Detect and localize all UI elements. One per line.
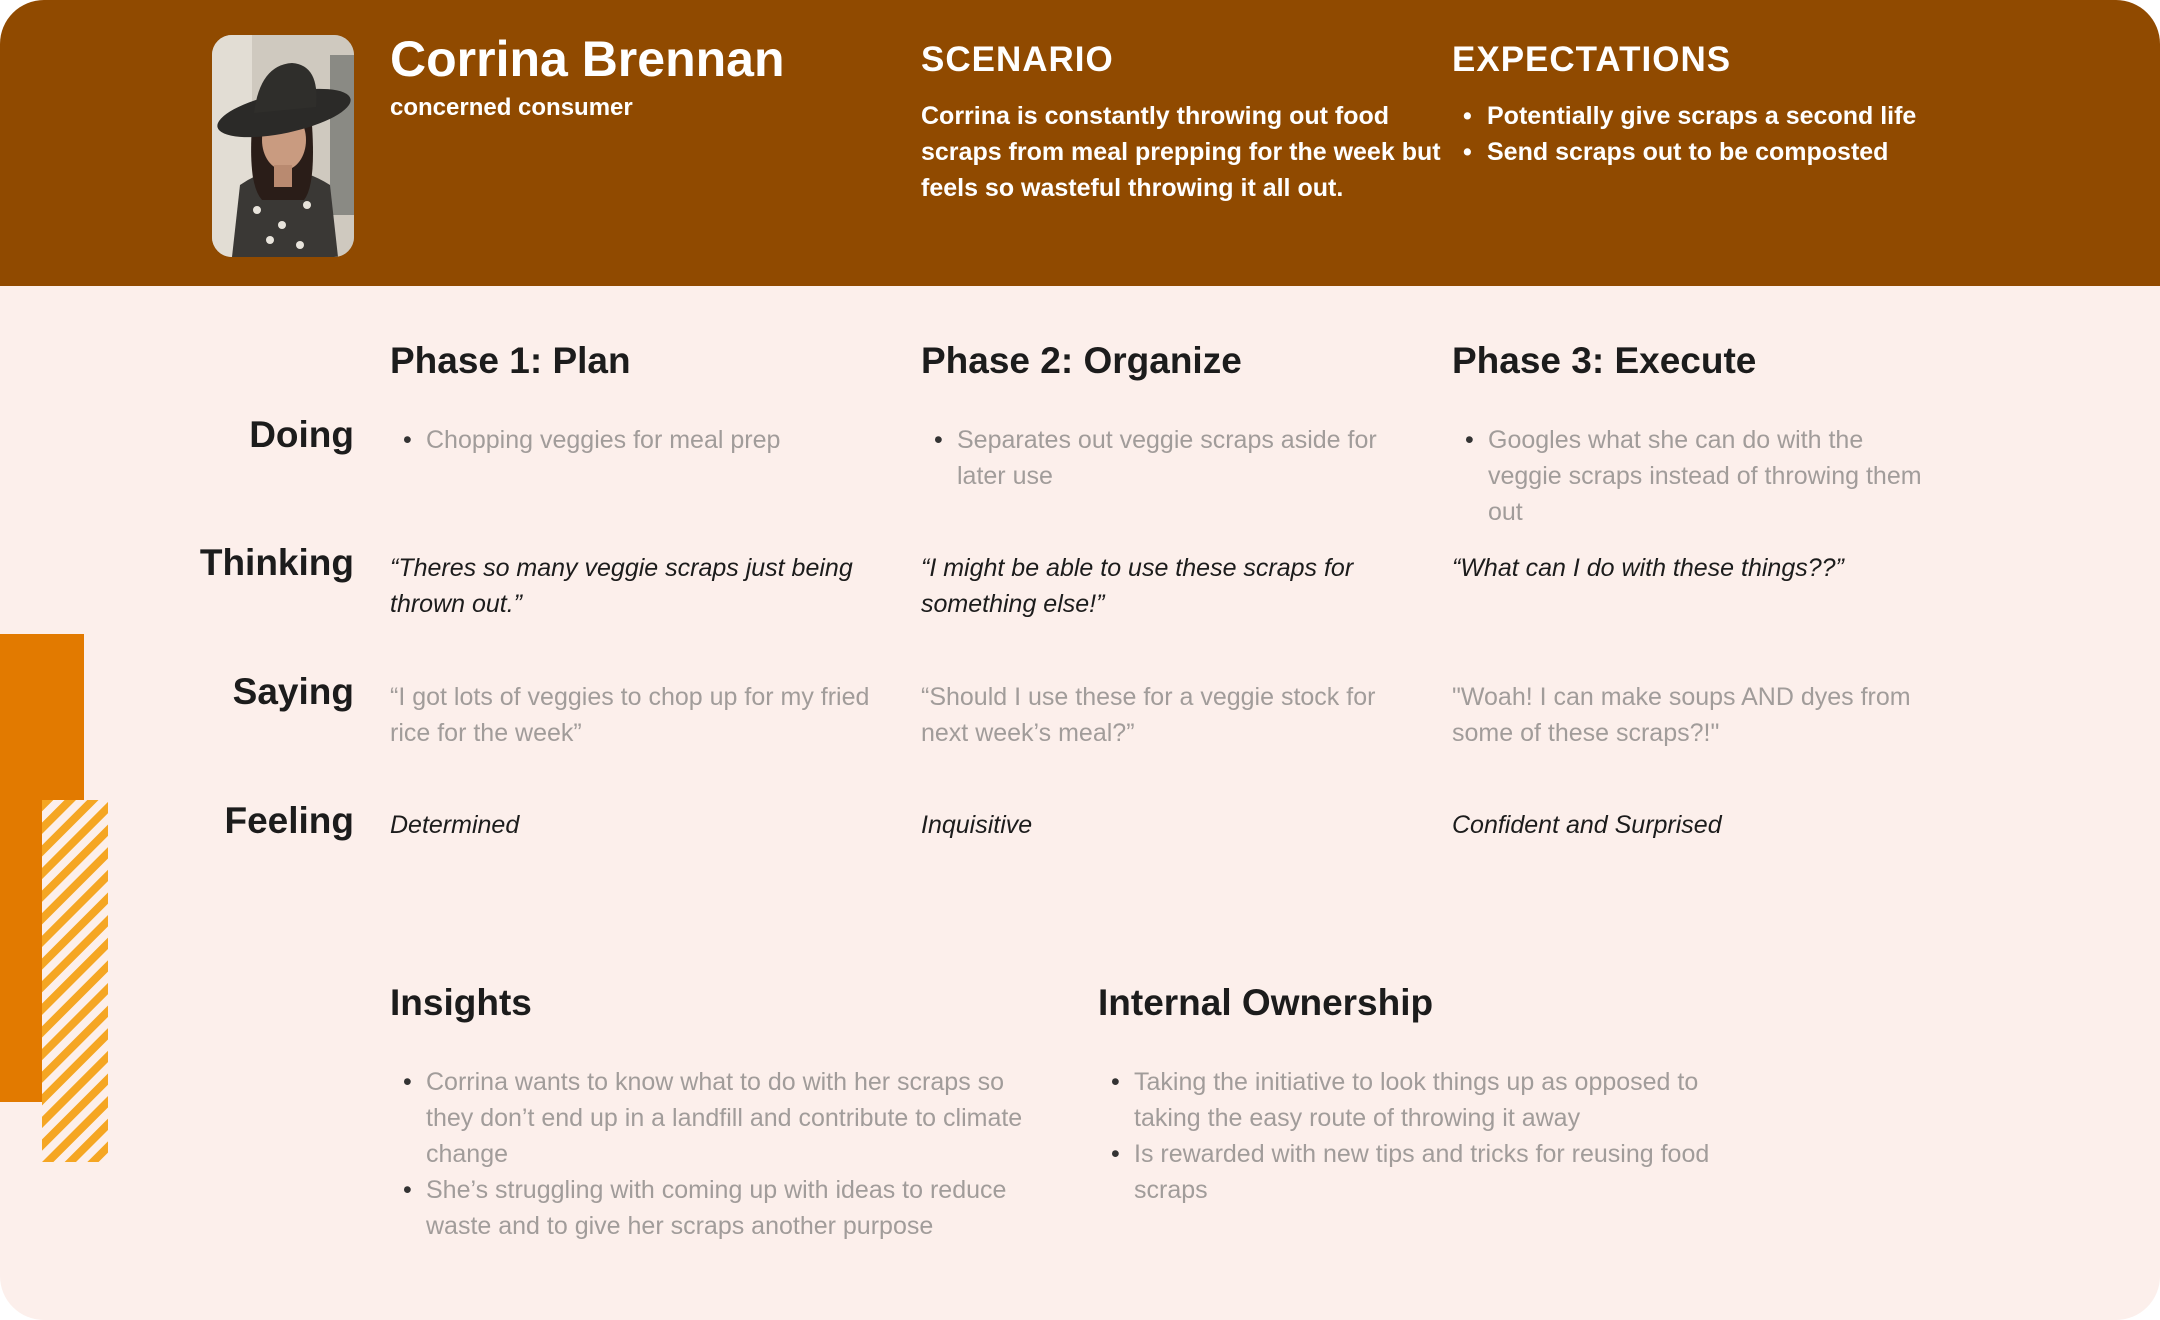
persona-role: concerned consumer (390, 94, 633, 121)
saying-cell-phase-1: “I got lots of veggies to chop up for my… (390, 683, 870, 747)
feeling-cell-phase-3: Confident and Surprised (1452, 811, 1722, 839)
doing-cell-phase-1: Chopping veggies for meal prep (390, 422, 890, 458)
row-label-feeling: Feeling (224, 800, 354, 841)
insights-title: Insights (390, 982, 532, 1023)
phase-3-title: Phase 3: Execute (1452, 340, 1757, 381)
scenario-text: Corrina is constantly throwing out food … (921, 102, 1441, 202)
doing-item: Googles what she can do with the veggie … (1452, 422, 1922, 530)
saying-cell-phase-2: “Should I use these for a veggie stock f… (921, 683, 1376, 747)
thinking-cell-phase-2: “I might be able to use these scraps for… (921, 554, 1354, 618)
ownership-item: Taking the initiative to look things up … (1098, 1064, 1748, 1136)
doing-cell-phase-3: Googles what she can do with the veggie … (1452, 422, 1922, 530)
expectations-list: Potentially give scraps a second life Se… (1452, 98, 1916, 170)
phase-2-title: Phase 2: Organize (921, 340, 1242, 381)
doing-item: Chopping veggies for meal prep (390, 422, 890, 458)
journey-map-board: Corrina Brennan concerned consumer SCENA… (0, 0, 2160, 1320)
row-label-thinking: Thinking (199, 542, 354, 583)
saying-cell-phase-3: "Woah! I can make soups AND dyes from so… (1452, 683, 1911, 747)
doing-item: Separates out veggie scraps aside for la… (921, 422, 1431, 494)
feeling-cell-phase-1: Determined (390, 811, 520, 839)
thinking-cell-phase-1: “Theres so many veggie scraps just being… (390, 554, 853, 618)
expectation-item: Potentially give scraps a second life (1452, 98, 1916, 134)
insights-list: Corrina wants to know what to do with he… (390, 1064, 1050, 1244)
ownership-list: Taking the initiative to look things up … (1098, 1064, 1748, 1208)
phase-1-title: Phase 1: Plan (390, 340, 631, 381)
scenario-heading: SCENARIO (921, 40, 1114, 79)
ownership-item: Is rewarded with new tips and tricks for… (1098, 1136, 1748, 1208)
doing-cell-phase-2: Separates out veggie scraps aside for la… (921, 422, 1431, 494)
expectations-heading: EXPECTATIONS (1452, 40, 1732, 79)
persona-name: Corrina Brennan (390, 31, 785, 87)
insight-item: Corrina wants to know what to do with he… (390, 1064, 1050, 1172)
insight-item: She’s struggling with coming up with ide… (390, 1172, 1050, 1244)
striped-accent (42, 800, 108, 1162)
row-label-doing: Doing (249, 414, 354, 455)
feeling-cell-phase-2: Inquisitive (921, 811, 1033, 839)
ownership-title: Internal Ownership (1098, 982, 1434, 1023)
persona-photo (212, 35, 354, 257)
thinking-cell-phase-3: “What can I do with these things??” (1452, 554, 1844, 582)
persona-header: Corrina Brennan concerned consumer SCENA… (0, 0, 2160, 286)
row-label-saying: Saying (232, 671, 354, 712)
expectation-item: Send scraps out to be composted (1452, 134, 1916, 170)
